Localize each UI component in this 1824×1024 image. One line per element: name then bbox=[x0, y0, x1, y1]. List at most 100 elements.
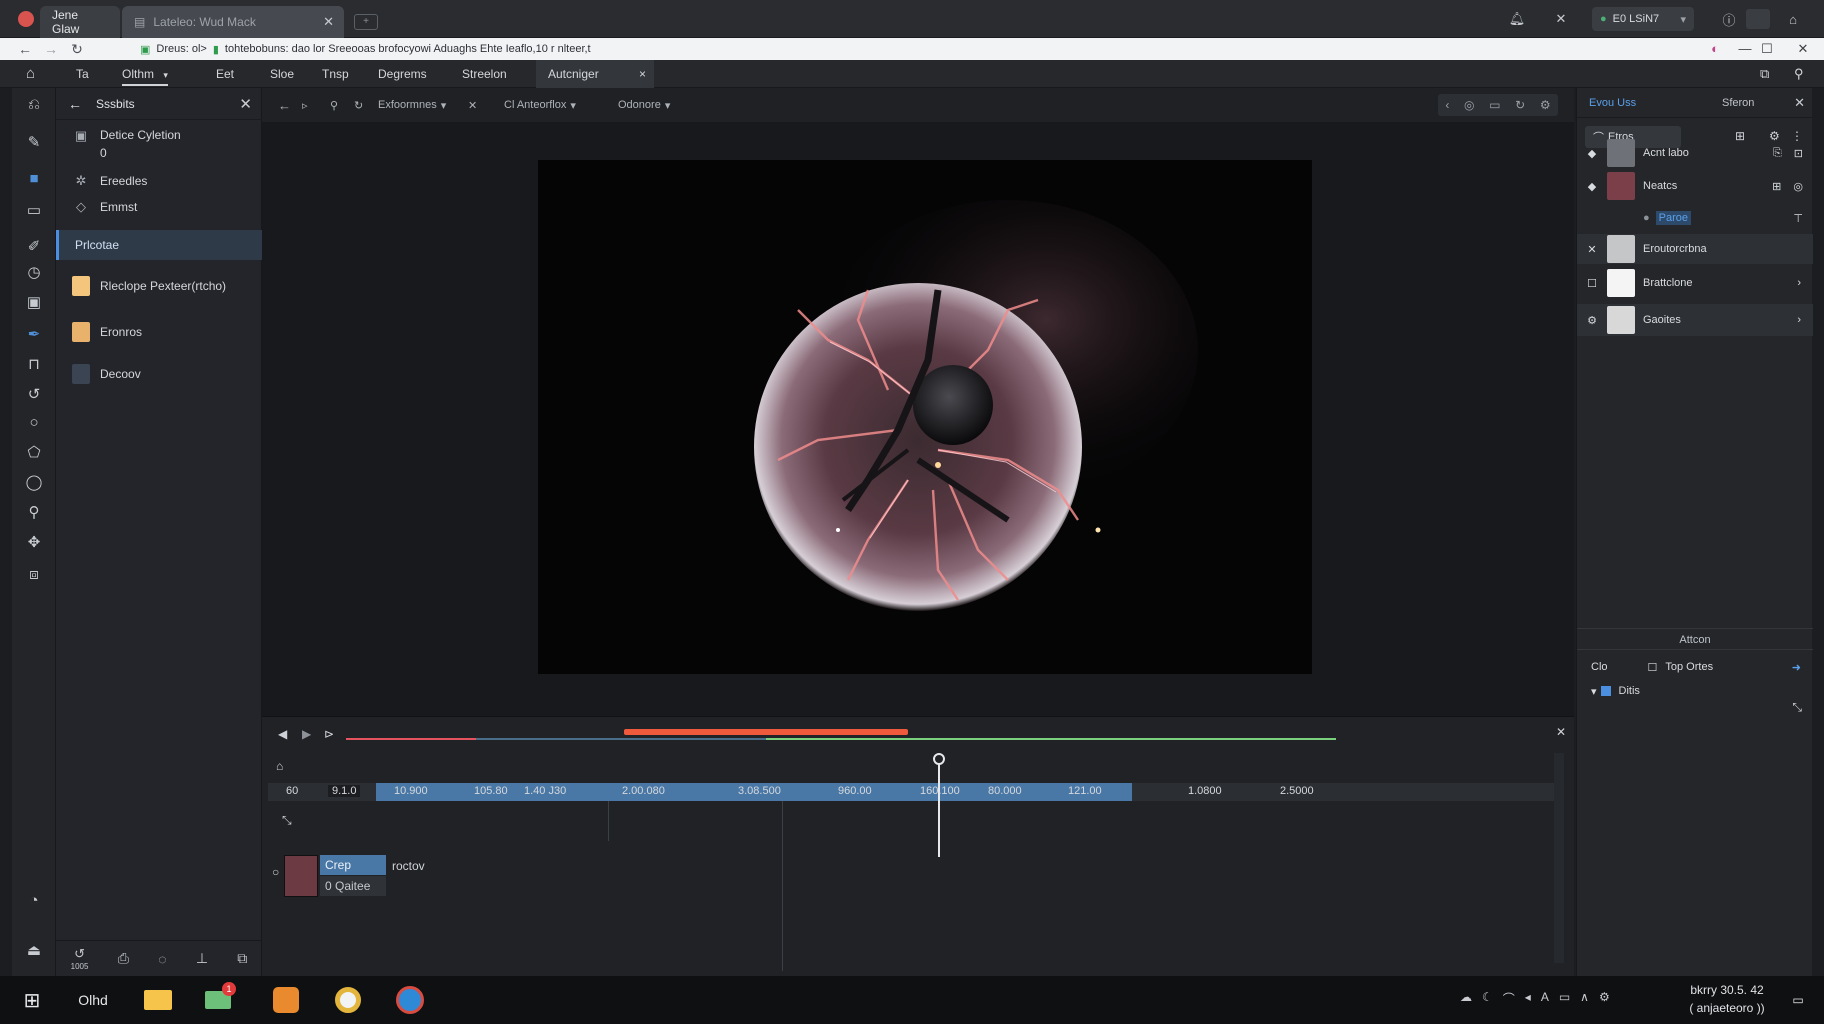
info-icon[interactable]: ⓘ bbox=[1720, 10, 1738, 28]
property-row[interactable]: ◆ Neatcs ⊞ ◎ bbox=[1577, 168, 1813, 204]
tray-arrow-icon[interactable]: ∧ bbox=[1580, 990, 1589, 1007]
time-ruler[interactable]: 60 9.1.0 10.900 105.80 1.40 J30 2.00.080… bbox=[268, 783, 1558, 801]
image-icon[interactable]: ▣ bbox=[22, 290, 46, 314]
shape-icon[interactable]: ⬠ bbox=[22, 440, 46, 464]
wifi-icon[interactable]: ⌒ bbox=[1503, 990, 1515, 1007]
next-frame-icon[interactable]: ⊳ bbox=[324, 727, 334, 741]
search-label[interactable]: Olhd bbox=[68, 984, 118, 1016]
minimize-icon[interactable]: — bbox=[1736, 40, 1754, 58]
lasso-icon[interactable]: ↺ bbox=[22, 382, 46, 406]
crop-icon[interactable]: ⧈ bbox=[22, 562, 46, 586]
playhead[interactable] bbox=[938, 757, 940, 857]
menu-tab-autcniger[interactable]: Autcniger × bbox=[536, 60, 654, 88]
mail-icon[interactable]: 1 bbox=[200, 982, 236, 1016]
close-timeline-icon[interactable]: ✕ bbox=[1556, 725, 1566, 739]
notification-icon[interactable]: ▭ bbox=[1780, 984, 1816, 1016]
menu-item-degrems[interactable]: Degrems bbox=[378, 60, 427, 88]
grid-icon[interactable]: ⧉ bbox=[237, 950, 247, 967]
browser-logo-icon[interactable] bbox=[18, 11, 34, 27]
tab-close-icon[interactable]: ✕ bbox=[323, 14, 334, 30]
search-icon[interactable]: ⚲ bbox=[1794, 60, 1804, 88]
rotate-icon[interactable]: ↻ bbox=[1515, 98, 1525, 112]
collapse-icon[interactable]: ⤡ bbox=[1792, 700, 1802, 715]
history-icon[interactable]: ◔ bbox=[22, 888, 46, 912]
panel-icon[interactable]: ⧉ bbox=[1760, 60, 1769, 88]
property-row[interactable]: Clo ☐ Top Ortes ➜ bbox=[1577, 656, 1813, 678]
property-row[interactable]: ▾ Ditis bbox=[1577, 680, 1813, 702]
eject-icon[interactable]: ⏏ bbox=[22, 938, 46, 962]
close-icon[interactable]: ✕ bbox=[1794, 95, 1805, 111]
home-icon[interactable]: ⌂ bbox=[26, 60, 35, 88]
canvas[interactable] bbox=[538, 160, 1312, 674]
prev-icon[interactable]: ‹ bbox=[1445, 98, 1449, 112]
language-icon[interactable]: A bbox=[1541, 990, 1549, 1007]
folder-icon[interactable] bbox=[140, 984, 176, 1016]
new-tab-button[interactable]: + bbox=[354, 14, 378, 30]
property-row[interactable]: ● Paroe ⊤ bbox=[1577, 206, 1813, 230]
menu-item-streelon[interactable]: Streelon bbox=[462, 60, 507, 88]
settings-icon[interactable]: ⚙ bbox=[1540, 98, 1551, 112]
lock-icon[interactable]: ⊡ bbox=[1794, 147, 1803, 160]
profile-chip[interactable]: ● E0 LSiN7 ▾ bbox=[1592, 7, 1694, 31]
rotate-tool[interactable]: ↺ 1005 bbox=[71, 946, 89, 971]
layer-item[interactable]: Decoov bbox=[56, 360, 262, 388]
extension-icon[interactable]: ◐ bbox=[1706, 40, 1724, 58]
chevron-right-icon[interactable]: › bbox=[1797, 277, 1801, 289]
maximize-icon[interactable]: ☐ bbox=[1758, 40, 1776, 58]
menu-item-ta[interactable]: Ta bbox=[76, 60, 89, 88]
timeline-clip[interactable]: Crep 0 Qaitee roctov bbox=[284, 855, 425, 897]
lock-icon[interactable]: ◎ bbox=[1793, 180, 1803, 193]
menu-item-olthm[interactable]: Olthm ▾ bbox=[122, 60, 168, 86]
reload-icon[interactable]: ↻ bbox=[64, 41, 90, 58]
tools-icon[interactable]: ✕ bbox=[1552, 10, 1570, 28]
bucket-icon[interactable]: ⊓ bbox=[22, 352, 46, 376]
fit-icon[interactable]: ◎ bbox=[1464, 98, 1474, 112]
scrubber-track[interactable] bbox=[346, 729, 1336, 743]
pen-icon[interactable]: ✎ bbox=[22, 130, 46, 154]
property-row[interactable]: ◆ Acnt labo ⎘ ⊡ bbox=[1577, 138, 1813, 168]
back-icon[interactable]: ← bbox=[278, 96, 291, 114]
back-arrow-icon[interactable]: ← bbox=[68, 96, 82, 112]
close-panel-icon[interactable]: ✕ bbox=[239, 95, 252, 113]
extensions-icon[interactable]: ⌂ bbox=[1784, 10, 1802, 28]
battery-icon[interactable]: ▭ bbox=[1559, 990, 1570, 1007]
chat-icon[interactable]: ◌ bbox=[158, 951, 166, 967]
checkbox-icon[interactable]: ☐ bbox=[1577, 277, 1607, 290]
close-window-icon[interactable]: ✕ bbox=[1794, 40, 1812, 58]
collapse-tracks-icon[interactable]: ⤡ bbox=[282, 813, 292, 828]
circle-icon[interactable]: ○ bbox=[22, 410, 46, 434]
dropdown-2[interactable]: Cl Anteorflox ▾ bbox=[504, 96, 576, 114]
undo-icon[interactable]: ⎌ bbox=[22, 92, 46, 116]
zoom-icon[interactable]: ⚲ bbox=[22, 500, 46, 524]
menu-item-tnsp[interactable]: Tnsp bbox=[322, 60, 349, 88]
bell-icon[interactable]: 🔔︎ bbox=[1508, 10, 1526, 28]
refresh-icon[interactable]: ↻ bbox=[354, 96, 363, 114]
tab-inactive[interactable]: ▤ Lateleo: Wud Mack ✕ bbox=[122, 6, 344, 38]
clock[interactable]: bkrry 30.5. 42 ( anjaeteoro )) bbox=[1672, 981, 1782, 1017]
gear-icon[interactable]: ⚙ bbox=[1577, 314, 1607, 327]
dropdown-3[interactable]: Odonore ▾ bbox=[618, 96, 670, 114]
back-icon[interactable]: ← bbox=[12, 41, 38, 57]
layer-item[interactable]: Rleclope Pexteer(rtcho) bbox=[56, 272, 262, 300]
ruler-icon[interactable]: ▭ bbox=[1489, 98, 1500, 112]
layer-item[interactable]: ◇ Emmst bbox=[56, 196, 262, 218]
clock-icon[interactable]: ◷ bbox=[22, 260, 46, 284]
browser-icon[interactable] bbox=[330, 984, 366, 1016]
folder-icon[interactable]: ⊞ bbox=[1772, 180, 1781, 193]
dropdown-1[interactable]: Exfoormnes ▾ bbox=[378, 96, 446, 114]
save-icon[interactable]: ⎙ bbox=[118, 950, 129, 967]
property-row[interactable]: ☐ Brattclone › bbox=[1577, 268, 1813, 298]
window-square[interactable] bbox=[1746, 9, 1770, 29]
ellipse-icon[interactable]: ◯ bbox=[22, 470, 46, 494]
eyedropper-icon[interactable]: ✒ bbox=[22, 322, 46, 346]
checkbox-icon[interactable]: ☐ bbox=[1648, 661, 1658, 674]
tab-active[interactable]: Jene Glaw bbox=[40, 6, 120, 38]
menu-item-sloe[interactable]: Sloe bbox=[270, 60, 294, 88]
zoom-icon[interactable]: ⚲ bbox=[330, 96, 338, 114]
rectangle-icon[interactable]: ■ bbox=[22, 166, 46, 190]
tab-other[interactable]: Sferon bbox=[1722, 97, 1754, 109]
frame-icon[interactable]: ▭ bbox=[22, 198, 46, 222]
layer-item[interactable]: Eronros bbox=[56, 318, 262, 346]
layer-item-selected[interactable]: Prlcotae bbox=[56, 230, 262, 260]
prev-frame-icon[interactable]: ◀ bbox=[278, 727, 287, 741]
